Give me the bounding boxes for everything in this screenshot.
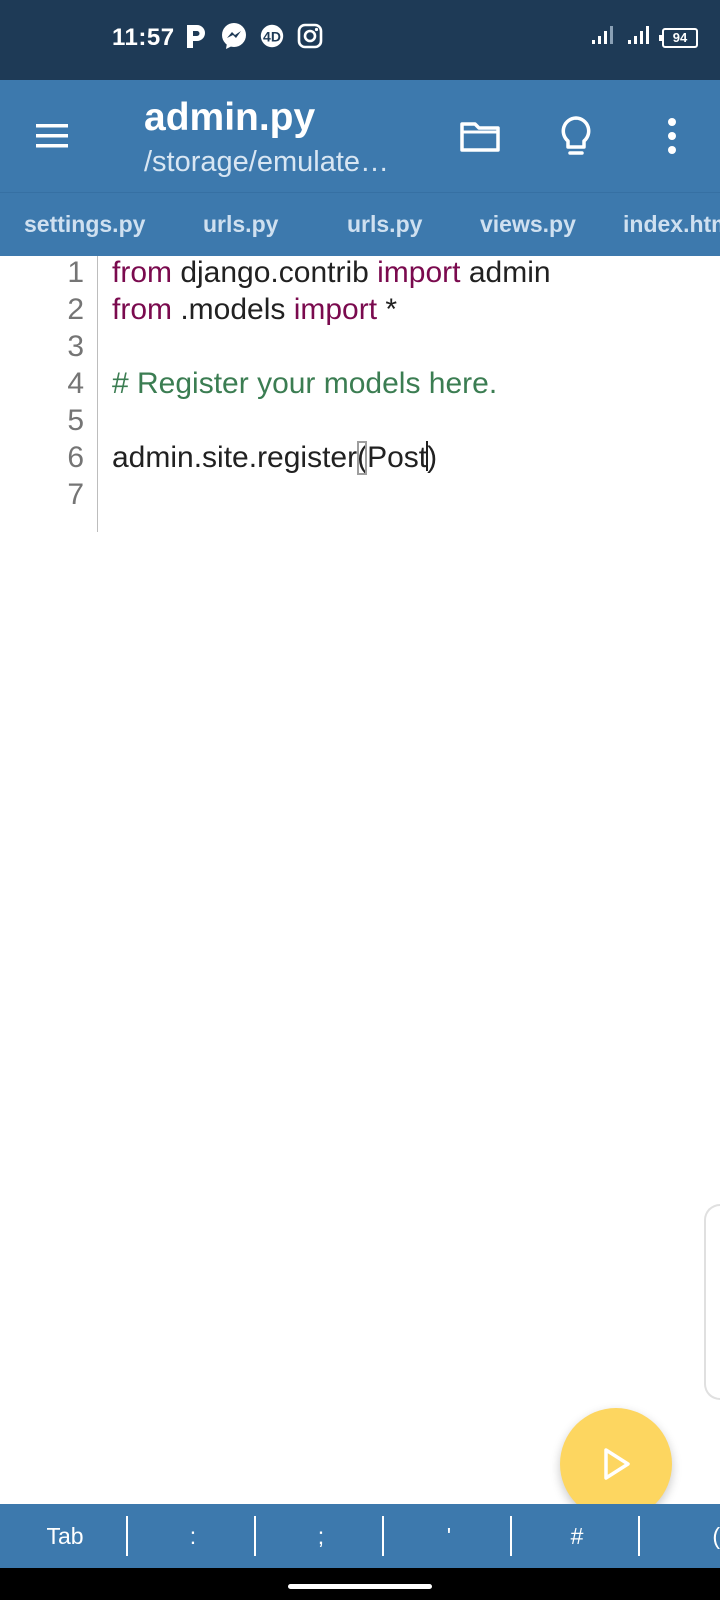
system-nav-bar (0, 1568, 720, 1600)
status-bar: 11:57 4D 94 (0, 0, 720, 80)
symbol-bar: Tab : ; ' # ( (0, 1504, 720, 1568)
file-path: /storage/emulate… (144, 146, 390, 178)
notification-icons: 4D (182, 22, 324, 50)
symbol-separator (638, 1516, 640, 1556)
lightbulb-icon (561, 116, 591, 155)
file-title: admin.py (144, 96, 316, 139)
folder-icon (460, 122, 500, 152)
open-folder-button[interactable] (456, 112, 504, 160)
symbol-key-colon[interactable]: : (128, 1504, 258, 1568)
instagram-icon (296, 22, 324, 50)
gutter-divider (97, 256, 98, 532)
line-number: 4 (67, 367, 84, 400)
tab-settings-py[interactable]: settings.py (24, 211, 145, 238)
line-number: 3 (67, 330, 84, 363)
line-number: 6 (67, 441, 84, 474)
tab-urls-py[interactable]: urls.py (347, 211, 422, 238)
hint-button[interactable] (552, 112, 600, 160)
line-number: 2 (67, 293, 84, 326)
play-icon (604, 1448, 630, 1480)
code-line[interactable]: from .models import * (112, 293, 397, 327)
code-comment[interactable]: # Register your models here. (112, 367, 497, 401)
file-tabs: settings.py urls.py urls.py views.py ind… (0, 192, 720, 256)
signal-icon (590, 24, 618, 51)
symbol-key-paren[interactable]: ( (646, 1504, 720, 1568)
system-icons: 94 (590, 24, 698, 51)
code-text: ) (427, 441, 438, 474)
battery-icon: 94 (659, 27, 698, 48)
code-text: admin (460, 256, 551, 289)
status-time: 11:57 (112, 24, 175, 51)
signal-icon (626, 24, 654, 51)
code-text: django.contrib (172, 256, 378, 289)
tab-index-html[interactable]: index.htm (623, 211, 720, 238)
keyword: import (377, 256, 461, 289)
line-number: 5 (67, 404, 84, 437)
hamburger-menu-icon (36, 124, 68, 148)
line-number: 1 (67, 256, 84, 289)
keyword: import (293, 293, 378, 326)
more-options-button[interactable] (648, 112, 696, 160)
keyword: from (112, 256, 172, 289)
more-vert-icon (668, 118, 676, 154)
svg-text:4D: 4D (263, 29, 281, 45)
line-number: 7 (67, 478, 84, 511)
code-text: .models (172, 293, 294, 326)
code-text: admin.site.register (112, 441, 358, 474)
code-editor[interactable]: 1 2 3 4 5 6 7 from django.contrib import… (0, 256, 720, 1504)
code-text: Post (367, 441, 428, 474)
app-toolbar: admin.py /storage/emulate… (0, 80, 720, 192)
keyword: from (112, 293, 172, 326)
symbol-key-semicolon[interactable]: ; (256, 1504, 386, 1568)
home-gesture-handle[interactable] (288, 1584, 432, 1589)
side-panel-handle[interactable] (704, 1204, 720, 1400)
symbol-key-tab[interactable]: Tab (0, 1504, 130, 1568)
symbol-key-quote[interactable]: ' (384, 1504, 514, 1568)
symbol-key-hash[interactable]: # (512, 1504, 642, 1568)
code-line[interactable]: admin.site.register(Post) (112, 441, 437, 475)
code-text: * (377, 293, 398, 326)
menu-button[interactable] (30, 114, 74, 158)
messenger-icon (220, 22, 248, 50)
tab-views-py[interactable]: views.py (480, 211, 576, 238)
code-line[interactable]: from django.contrib import admin (112, 256, 551, 290)
4d-icon: 4D (258, 22, 286, 50)
parking-icon (182, 22, 210, 50)
tab-urls-py[interactable]: urls.py (203, 211, 278, 238)
matching-bracket-highlight: ( (357, 441, 368, 475)
